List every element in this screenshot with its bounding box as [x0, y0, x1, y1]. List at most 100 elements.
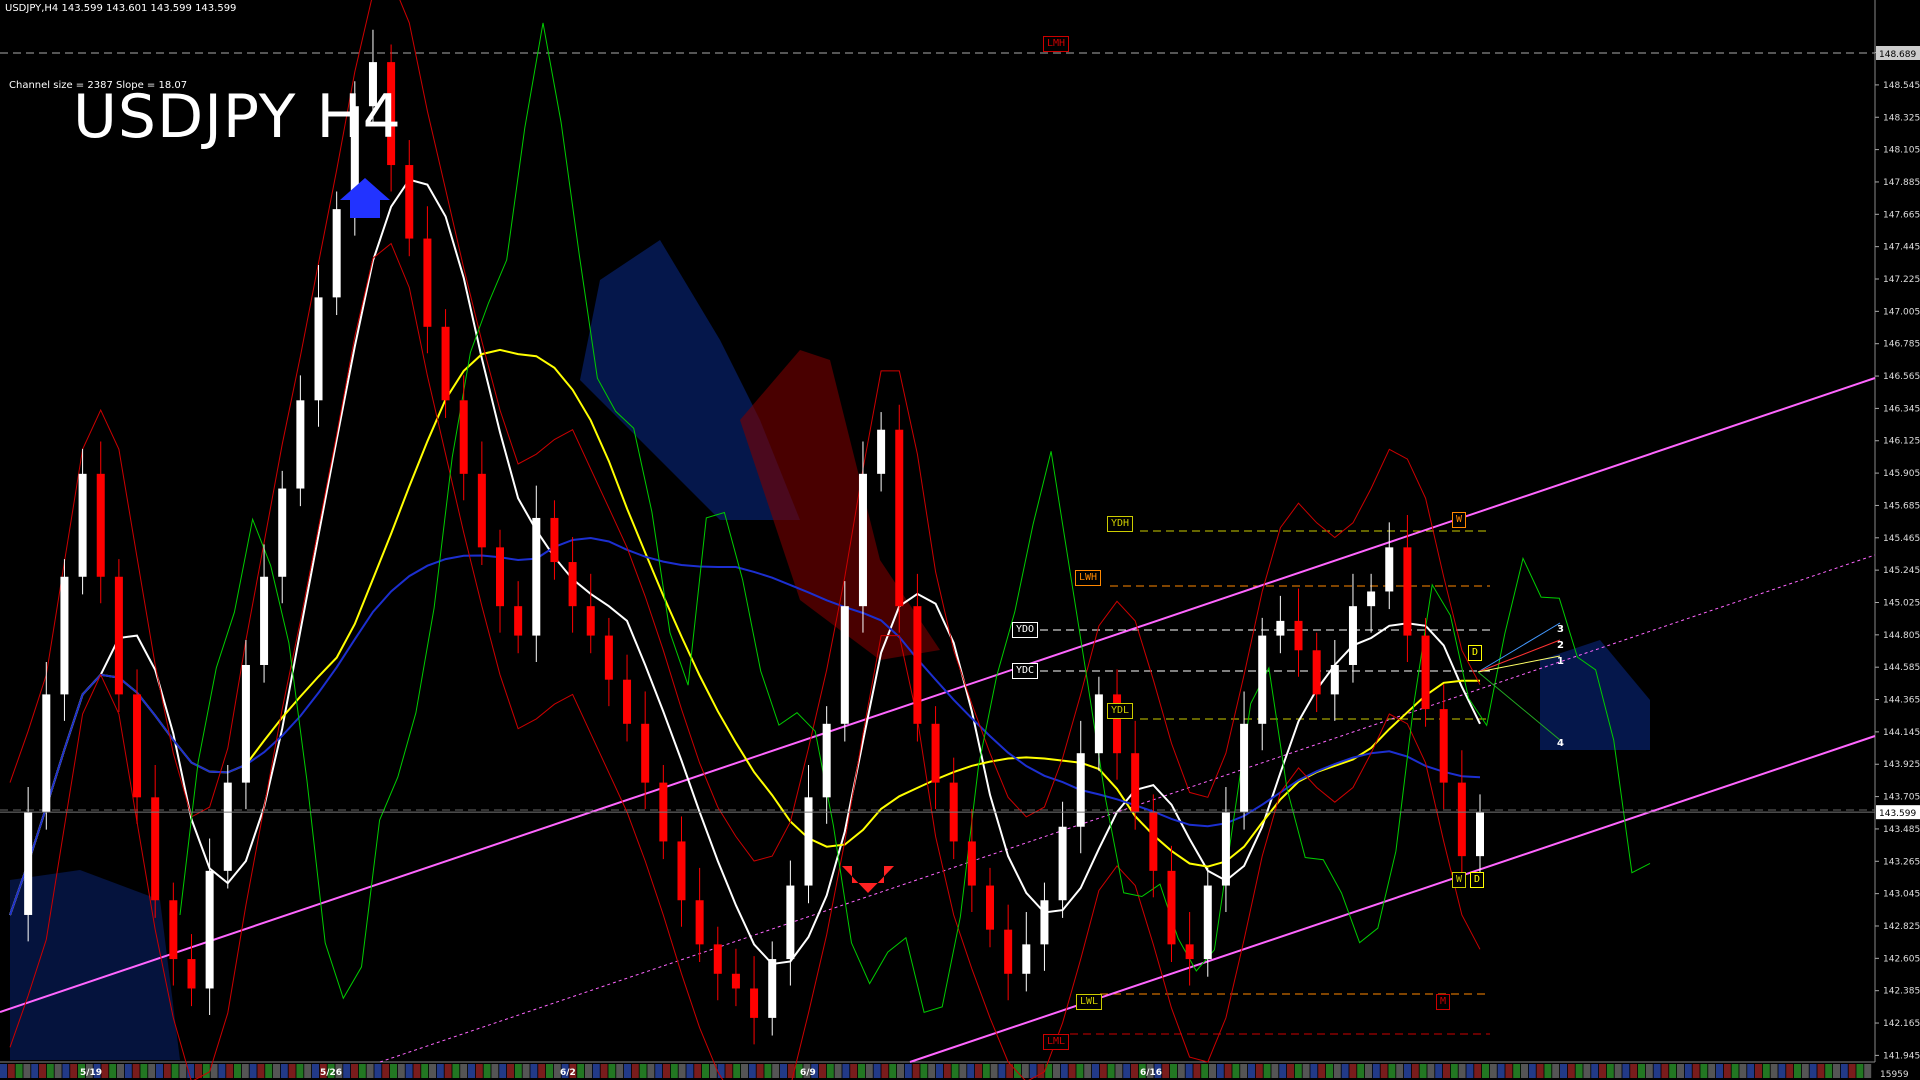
candle-body — [1149, 812, 1158, 871]
price-chart[interactable]: 141.945 142.165 142.385 142.605 142.825 143.0… — [0, 0, 1920, 1080]
candle-body — [296, 400, 305, 489]
x-strip-cell — [585, 1064, 592, 1078]
y-tick-label: 147.005 — [1883, 307, 1920, 317]
x-strip-cell — [343, 1064, 351, 1078]
x-strip-cell — [1060, 1064, 1068, 1078]
level-lwl: LWL — [1076, 994, 1103, 1010]
x-strip-cell — [0, 1064, 7, 1078]
x-strip-cell — [1271, 1064, 1279, 1078]
x-strip-cell — [748, 1064, 756, 1078]
x-strip-cell — [756, 1064, 764, 1078]
candle-body — [586, 606, 595, 636]
x-strip-cell — [1201, 1064, 1209, 1078]
symbol-header: USDJPY,H4 143.599 143.601 143.599 143.59… — [5, 3, 237, 14]
x-strip-cell — [1833, 1064, 1840, 1078]
candle-body — [133, 694, 142, 798]
x-strip-cell — [1661, 1064, 1669, 1078]
x-strip-cell — [1739, 1064, 1747, 1078]
candle-body — [423, 238, 432, 327]
x-strip-cell — [592, 1064, 600, 1078]
x-strip-cell — [936, 1064, 943, 1078]
x-strip-cell — [1770, 1064, 1778, 1078]
level-ydc: YDC — [1012, 663, 1039, 679]
x-strip-cell — [616, 1064, 624, 1078]
x-strip-cell — [1552, 1064, 1560, 1078]
x-strip-cell — [1700, 1064, 1708, 1078]
x-strip-cell — [741, 1064, 748, 1078]
candle-body — [1203, 885, 1212, 960]
x-strip-cell — [826, 1064, 834, 1078]
level-ydl: YDL — [1107, 703, 1134, 719]
y-tick-label: 143.705 — [1883, 793, 1920, 803]
x-strip-cell — [405, 1064, 413, 1078]
x-strip-cell — [148, 1064, 156, 1078]
x-strip-cell — [117, 1064, 124, 1078]
x-strip-cell — [226, 1064, 234, 1078]
x-strip-cell — [1224, 1064, 1232, 1078]
x-strip-cell — [631, 1064, 639, 1078]
x-strip-cell — [1521, 1064, 1528, 1078]
marker-w-top: W — [1452, 512, 1467, 528]
x-strip-cell — [444, 1064, 452, 1078]
x-strip-cell — [608, 1064, 616, 1078]
x-strip-cell — [897, 1064, 904, 1078]
candle-body — [532, 517, 541, 636]
x-strip-cell — [413, 1064, 421, 1078]
candle-body — [713, 944, 722, 974]
x-strip-cell — [1302, 1064, 1310, 1078]
x-strip-cell — [7, 1064, 15, 1078]
x-strip-cell — [1747, 1064, 1755, 1078]
x-strip-cell — [1177, 1064, 1185, 1078]
candle-body — [913, 606, 922, 724]
candle-body — [441, 326, 450, 401]
x-strip-cell — [218, 1064, 226, 1078]
candle-body — [241, 664, 250, 783]
x-strip-cell — [678, 1064, 686, 1078]
candle-body — [623, 679, 632, 724]
x-strip-cell — [249, 1064, 257, 1078]
candle-body — [1367, 591, 1376, 607]
x-strip-cell — [1341, 1064, 1349, 1078]
x-strip-cell — [483, 1064, 491, 1078]
x-strip-cell — [374, 1064, 382, 1078]
x-strip-cell — [764, 1064, 772, 1078]
y-tick-label: 143.485 — [1883, 825, 1920, 835]
candle-body — [804, 797, 813, 886]
x-strip-cell — [124, 1064, 132, 1078]
x-strip-cell — [288, 1064, 296, 1078]
x-strip-cell — [546, 1064, 553, 1078]
x-strip-cell — [507, 1064, 514, 1078]
candle-body — [514, 606, 523, 636]
x-strip-cell — [1723, 1064, 1731, 1078]
x-strip-cell — [1840, 1064, 1848, 1078]
x-strip-cell — [1053, 1064, 1060, 1078]
y-tick-label: 148.105 — [1883, 146, 1920, 156]
candle-body — [1094, 694, 1103, 754]
x-strip-cell — [1794, 1064, 1801, 1078]
y-tick-label: 144.365 — [1883, 696, 1920, 706]
candle-body — [604, 635, 613, 680]
y-tick-label: 146.785 — [1883, 340, 1920, 350]
x-strip-cell — [1614, 1064, 1622, 1078]
y-tick-label: 146.345 — [1883, 404, 1920, 414]
x-strip-cell — [1029, 1064, 1037, 1078]
candle-body — [931, 723, 940, 783]
x-strip-cell — [452, 1064, 460, 1078]
x-strip-cell — [358, 1064, 366, 1078]
candle-body — [967, 841, 976, 886]
x-strip-cell — [1333, 1064, 1341, 1078]
candle-body — [1058, 826, 1067, 901]
x-strip-cell — [624, 1064, 631, 1078]
x-strip-cell — [600, 1064, 608, 1078]
candle-body — [1294, 620, 1303, 651]
candle-body — [1457, 782, 1466, 857]
x-strip-cell — [1287, 1064, 1294, 1078]
y-tick-label: 147.885 — [1883, 178, 1920, 188]
marker-m-low: M — [1436, 994, 1451, 1010]
x-tick-label: 6/16 — [1140, 1068, 1162, 1078]
x-strip-cell — [234, 1064, 241, 1078]
x-strip-cell — [1427, 1064, 1435, 1078]
x-strip-cell — [1372, 1064, 1380, 1078]
x-strip-cell — [1653, 1064, 1661, 1078]
y-tick-label: 144.145 — [1883, 728, 1920, 738]
